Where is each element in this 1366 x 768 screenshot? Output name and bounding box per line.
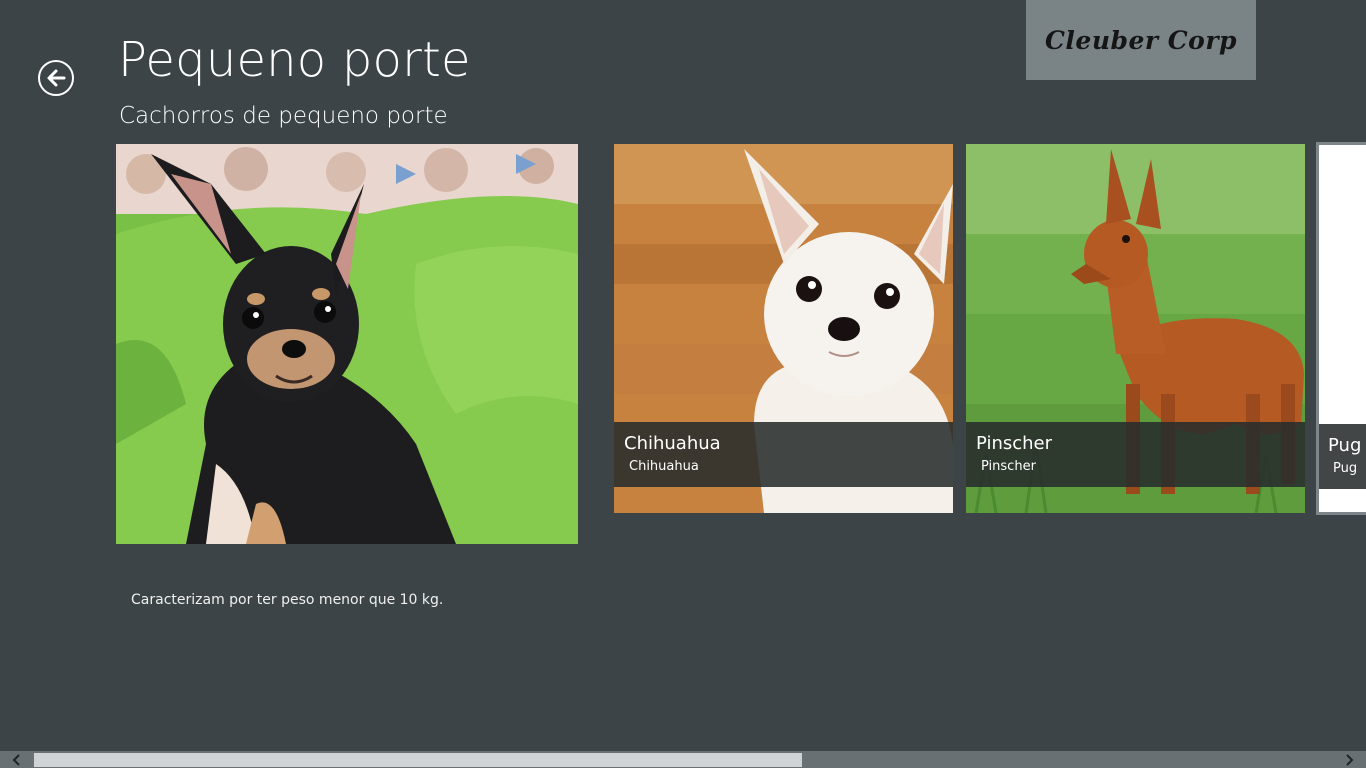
scroll-left-button[interactable]	[0, 751, 34, 768]
item-caption: Pinscher Pinscher	[966, 422, 1305, 487]
item-tile-chihuahua[interactable]: Chihuahua Chihuahua	[614, 144, 953, 513]
item-subtitle: Pinscher	[981, 459, 1036, 474]
brand-logo: Cleuber Corp	[1026, 0, 1256, 80]
item-title: Pug	[1328, 435, 1362, 456]
back-button[interactable]	[38, 60, 74, 96]
item-subtitle: Chihuahua	[629, 459, 699, 474]
scroll-right-button[interactable]	[1332, 751, 1366, 768]
item-tile-pinscher[interactable]: Pinscher Pinscher	[966, 144, 1305, 513]
page: Pequeno porte Cachorros de pequeno porte…	[0, 0, 1366, 768]
chevron-left-icon	[12, 753, 20, 766]
horizontal-scrollbar[interactable]	[0, 751, 1366, 768]
item-caption: Chihuahua Chihuahua	[614, 422, 953, 487]
item-subtitle: Pug	[1333, 461, 1358, 476]
item-title: Pinscher	[976, 433, 1053, 454]
back-arrow-icon	[47, 69, 66, 87]
chevron-right-icon	[1346, 753, 1354, 766]
page-subtitle: Cachorros de pequeno porte	[119, 103, 448, 129]
hero-image	[116, 144, 578, 544]
description-text: Caracterizam por ter peso menor que 10 k…	[131, 592, 444, 608]
item-caption: Pug Pug	[1319, 424, 1366, 489]
item-tile-pug[interactable]: Pug Pug	[1316, 142, 1366, 515]
brand-logo-text: Cleuber Corp	[1045, 25, 1237, 55]
scrollbar-thumb[interactable]	[34, 753, 802, 767]
item-title: Chihuahua	[624, 433, 721, 454]
page-title: Pequeno porte	[118, 32, 471, 88]
